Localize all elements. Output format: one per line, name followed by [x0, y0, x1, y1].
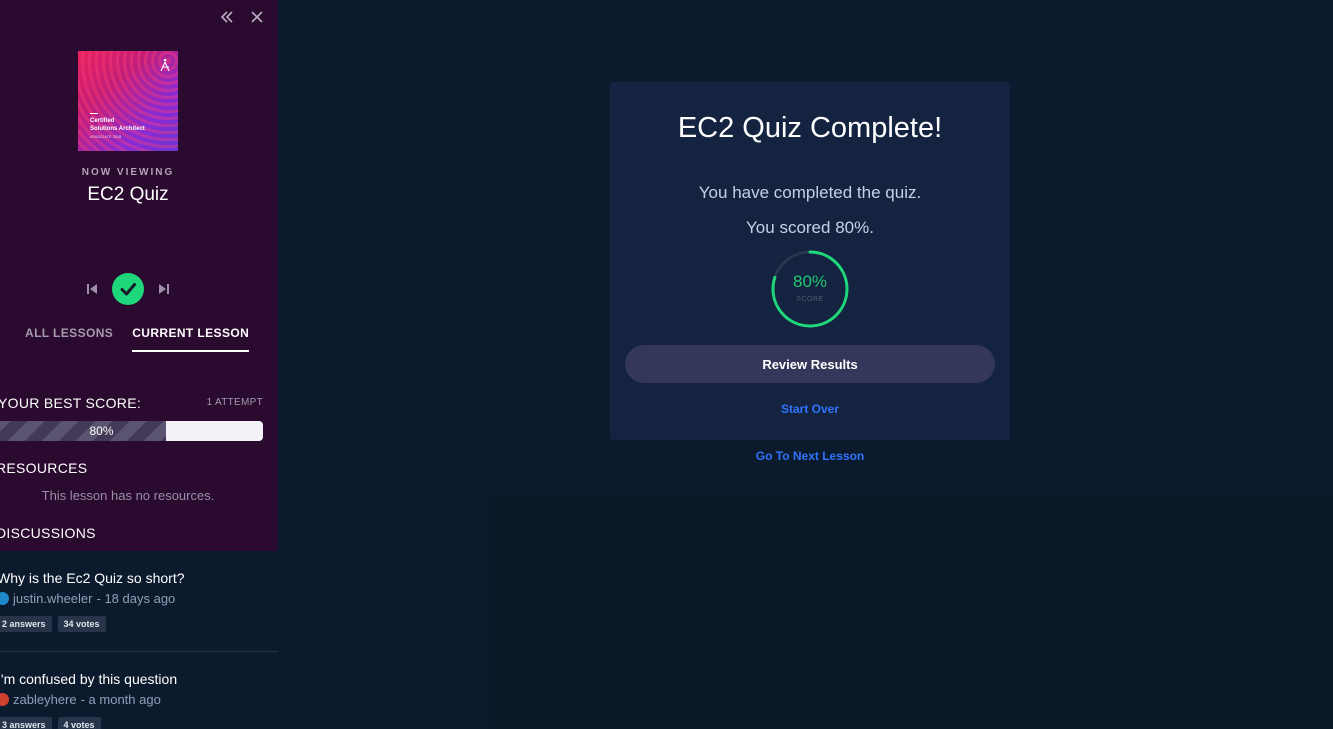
review-results-button[interactable]: Review Results	[625, 345, 995, 383]
lesson-nav	[84, 273, 172, 305]
best-score-bar: 80%	[0, 421, 263, 441]
lesson-title: EC2 Quiz	[87, 184, 169, 205]
collapse-double-chevron-left-icon[interactable]	[218, 8, 236, 26]
votes-badge: 4 votes	[57, 717, 101, 729]
no-resources-text: This lesson has no resources.	[41, 488, 215, 503]
discussion-title[interactable]: Why is the Ec2 Quiz so short?	[0, 570, 278, 586]
main-lower-panel	[490, 495, 1333, 729]
tab-all-lessons[interactable]: ALL LESSONS	[25, 326, 113, 352]
sidebar: Certified Solutions Architect ASSOCIATE …	[0, 0, 278, 729]
skip-next-icon[interactable]	[156, 281, 172, 297]
gauge-value: 80%	[792, 272, 828, 291]
best-score-label: YOUR BEST SCORE:	[0, 395, 142, 411]
check-icon	[120, 283, 136, 296]
divider	[0, 651, 278, 652]
sidebar-controls	[218, 8, 266, 26]
discussion-meta: justin.wheeler - 18 days ago	[0, 591, 278, 606]
attempts-count: 1 ATTEMPT	[206, 397, 263, 408]
discussion-time: - a month ago	[80, 692, 161, 707]
completed-text: You have completed the quiz.	[698, 183, 922, 202]
tab-current-lesson[interactable]: CURRENT LESSON	[132, 326, 250, 352]
discussion-item[interactable]: I'm confused by this question zableyhere…	[0, 671, 278, 729]
discussion-author[interactable]: justin.wheeler	[13, 591, 93, 606]
now-viewing-label: NOW VIEWING	[81, 167, 175, 178]
close-icon[interactable]	[248, 8, 266, 26]
discussion-author[interactable]: zableyhere	[13, 692, 77, 707]
avatar	[0, 592, 9, 605]
discussions-heading: DISCUSSIONS	[0, 525, 96, 541]
course-thumbnail[interactable]: Certified Solutions Architect ASSOCIATE …	[78, 51, 178, 151]
course-thumbnail-subtitle: ASSOCIATE 2018	[90, 135, 122, 139]
skip-previous-icon[interactable]	[84, 281, 100, 297]
resources-heading: RESOURCES	[0, 460, 88, 476]
page-title: EC2 Quiz Complete!	[677, 112, 943, 144]
discussion-item[interactable]: Why is the Ec2 Quiz so short? justin.whe…	[0, 570, 278, 632]
gauge-label: SCORE	[796, 296, 824, 303]
course-thumbnail-title: Certified Solutions Architect	[90, 118, 145, 132]
mark-complete-button[interactable]	[112, 273, 144, 305]
answers-badge: 2 answers	[0, 616, 52, 632]
avatar	[0, 693, 9, 706]
quiz-result-card: EC2 Quiz Complete! You have completed th…	[610, 82, 1010, 440]
discussion-time: - 18 days ago	[96, 591, 176, 606]
sidebar-header-panel: Certified Solutions Architect ASSOCIATE …	[0, 0, 278, 551]
discussion-badges: 3 answers 4 votes	[0, 717, 278, 729]
votes-badge: 34 votes	[57, 616, 106, 632]
answers-badge: 3 answers	[0, 717, 52, 729]
discussion-meta: zableyhere - a month ago	[0, 692, 278, 707]
start-over-link[interactable]: Start Over	[610, 402, 1010, 416]
discussion-title[interactable]: I'm confused by this question	[0, 671, 278, 687]
lesson-tabs: ALL LESSONS CURRENT LESSON	[25, 326, 250, 352]
score-text: You scored 80%.	[746, 218, 874, 237]
brand-logo-icon	[160, 58, 170, 72]
go-to-next-lesson-link[interactable]: Go To Next Lesson	[610, 449, 1010, 463]
score-gauge: 80% SCORE	[770, 249, 850, 329]
best-score-value: 80%	[89, 424, 114, 438]
discussion-badges: 2 answers 34 votes	[0, 616, 278, 632]
